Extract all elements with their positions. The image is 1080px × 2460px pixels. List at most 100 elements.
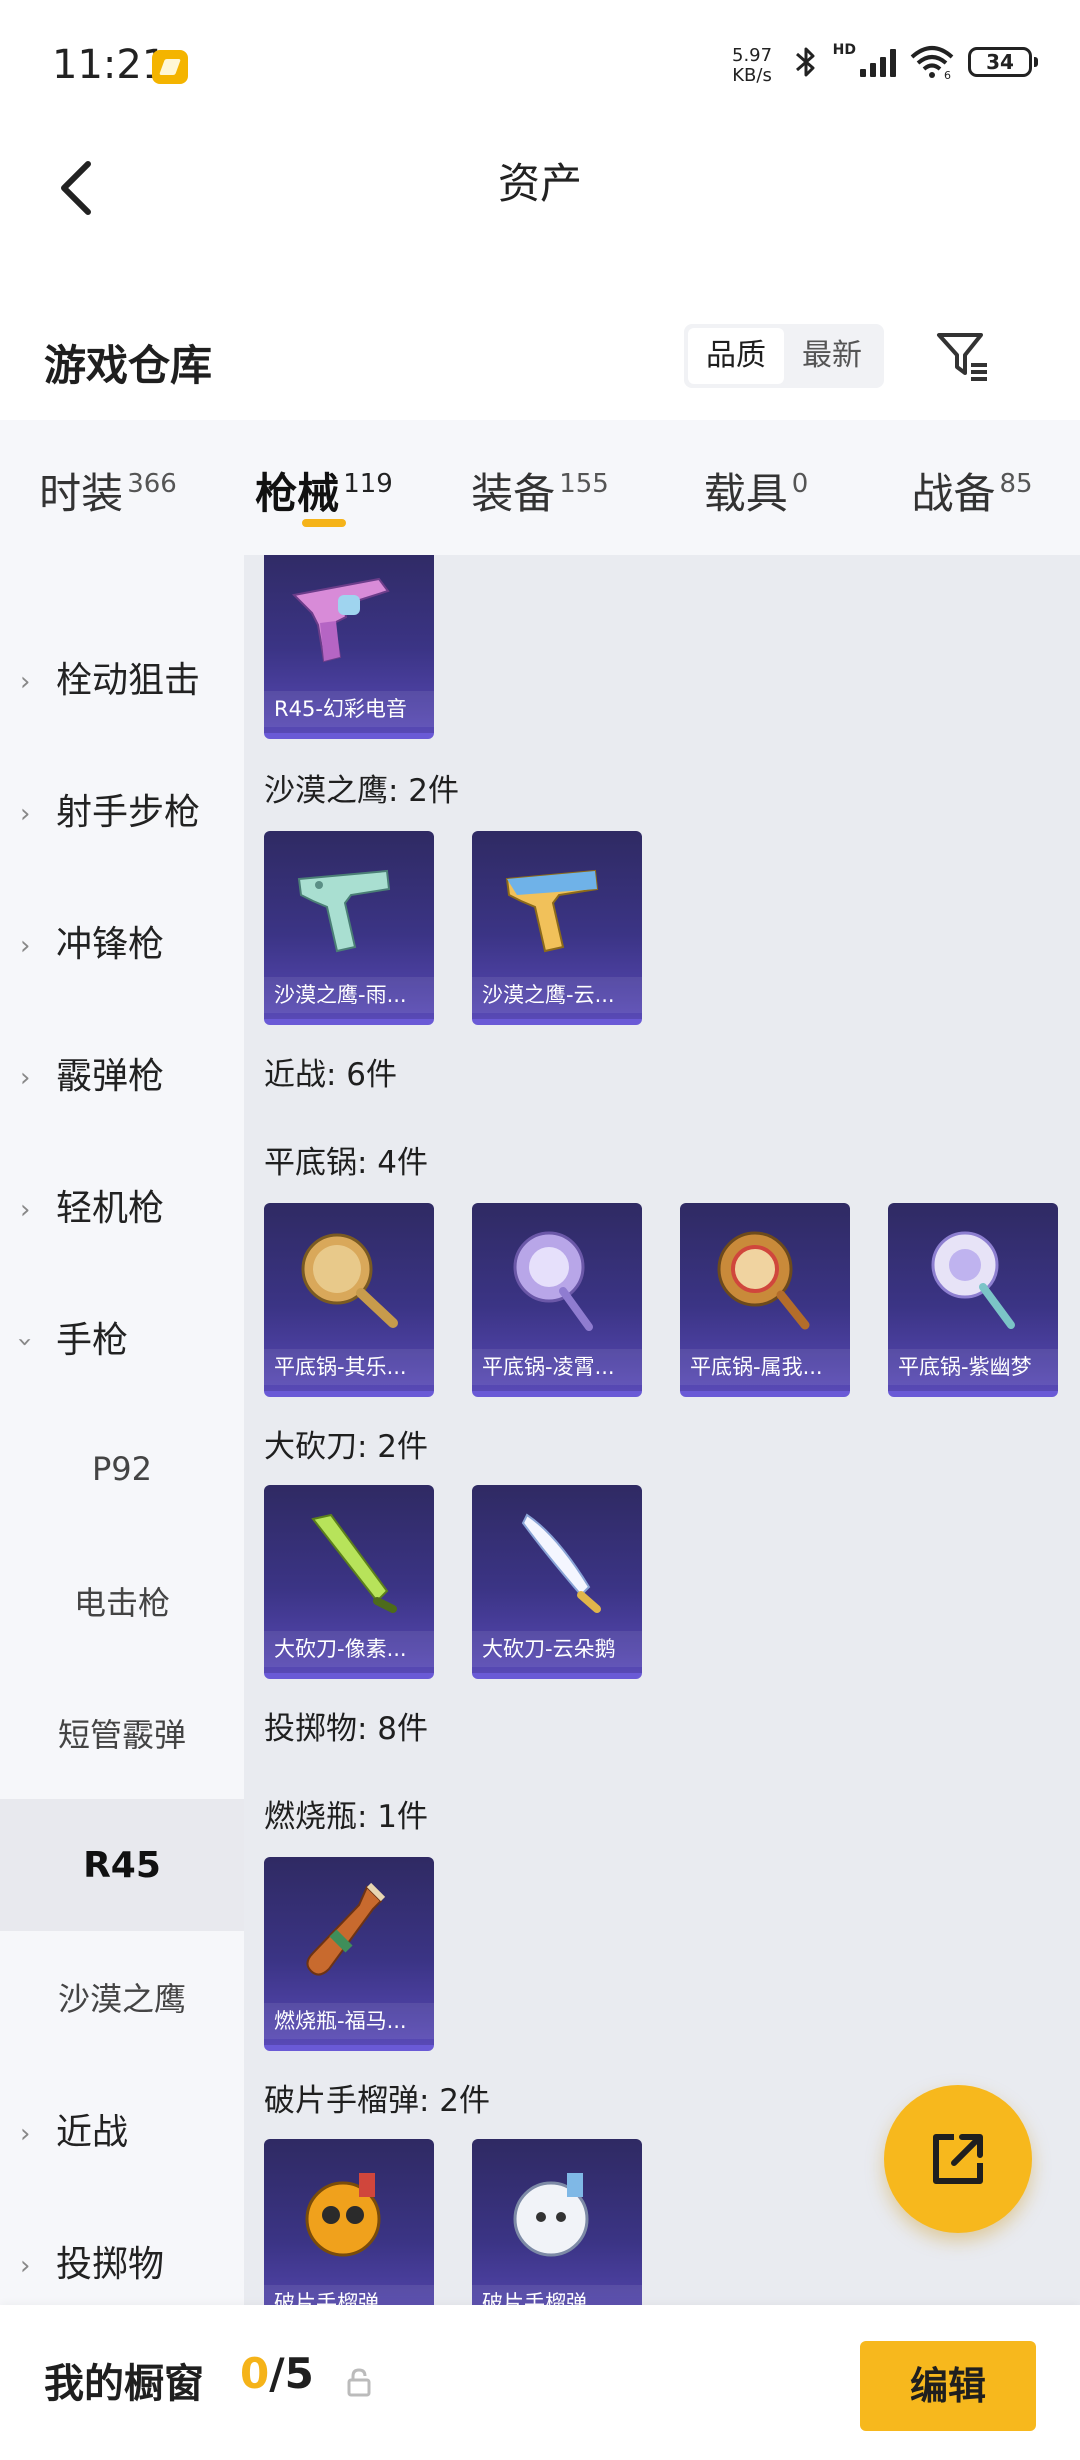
pistol-icon (472, 831, 642, 981)
sidebar-item-label: 栓动狙击 (56, 660, 201, 701)
tab-label: 枪械 (255, 469, 340, 518)
sidebar-item-label: 射手步枪 (56, 792, 201, 833)
item-card[interactable]: 平底锅-紫幽梦 (888, 1203, 1058, 1397)
sidebar-item-label: 电击枪 (73, 1584, 170, 1622)
sidebar-item-label: 冲锋枪 (56, 924, 165, 965)
tab-supplies[interactable]: 战备 85 (864, 420, 1080, 555)
group-label: 沙漠之鹰: 2件 (264, 773, 460, 809)
item-card[interactable]: 平底锅-其乐... (264, 1203, 434, 1397)
group-label: 投掷物: 8件 (264, 1711, 429, 1747)
item-card[interactable]: 大砍刀-云朵鹅 (472, 1485, 642, 1679)
tab-count: 85 (999, 469, 1033, 499)
showcase-count: 0/5 (240, 2349, 314, 2398)
share-fab-button[interactable] (884, 2085, 1032, 2233)
chevron-right-icon: › (20, 1195, 31, 1225)
sort-newest-button[interactable]: 最新 (784, 328, 880, 384)
pistol-icon (264, 831, 434, 981)
frying-pan-icon (472, 1203, 642, 1353)
sidebar-item-pistol[interactable]: › 手枪 (0, 1271, 244, 1403)
item-card[interactable]: 平底锅-属我... (680, 1203, 850, 1397)
active-tab-indicator (302, 519, 346, 527)
cell-signal-icon (860, 47, 896, 77)
group-label: 大砍刀: 2件 (264, 1429, 429, 1465)
filter-button[interactable] (930, 324, 996, 390)
filter-icon (937, 333, 987, 381)
frying-pan-icon (680, 1203, 850, 1353)
sort-toggle: 品质 最新 (684, 324, 884, 388)
item-grid: R45-幻彩电音 沙漠之鹰: 2件 沙漠之鹰-雨... 沙漠之鹰-云... 近战… (244, 555, 1080, 2305)
tab-count: 0 (791, 469, 809, 499)
sidebar-item-label: 近战 (56, 2112, 129, 2153)
sidebar-item-label: 沙漠之鹰 (57, 1980, 186, 2018)
item-card-name: 大砍刀-像素... (264, 1631, 434, 1667)
tab-equipment[interactable]: 装备 155 (432, 420, 648, 555)
showcase-total: /5 (269, 2349, 314, 2398)
sidebar-subitem-stun-gun[interactable]: 电击枪 (0, 1535, 244, 1667)
item-card[interactable]: 大砍刀-像素... (264, 1485, 434, 1679)
bluetooth-icon (795, 47, 815, 77)
tab-count: 155 (559, 469, 609, 499)
section-title: 游戏仓库 (44, 341, 213, 390)
chevron-right-icon: › (20, 2251, 31, 2281)
sidebar-item-label: 投掷物 (56, 2244, 165, 2285)
sidebar-item-label: 手枪 (56, 1320, 129, 1361)
edit-button[interactable]: 编辑 (860, 2341, 1036, 2431)
sidebar-item-label: 轻机枪 (56, 1188, 165, 1229)
frying-pan-icon (888, 1203, 1058, 1353)
sidebar-item-marksman-rifle[interactable]: › 射手步枪 (0, 743, 244, 875)
item-card-name: 平底锅-其乐... (264, 1349, 434, 1385)
chevron-down-icon: › (10, 1336, 41, 1348)
sidebar-subitem-r45[interactable]: R45 (0, 1799, 244, 1931)
item-card-name: 破片手榴弹... (472, 2285, 642, 2305)
item-card[interactable]: 平底锅-凌霄... (472, 1203, 642, 1397)
sidebar-item-melee[interactable]: › 近战 (0, 2063, 244, 2195)
network-speed-unit: KB/s (732, 65, 772, 86)
item-card[interactable]: 沙漠之鹰-云... (472, 831, 642, 1025)
sidebar-subitem-p92[interactable]: P92 (0, 1403, 244, 1535)
tab-count: 366 (127, 469, 177, 499)
chevron-right-icon: › (20, 1063, 31, 1093)
hd-label: HD (832, 42, 856, 58)
external-link-icon (933, 2134, 983, 2184)
showcase-label: 我的橱窗 (44, 2361, 204, 2407)
item-card-name: R45-幻彩电音 (264, 691, 434, 727)
tab-label: 载具 (703, 469, 788, 518)
network-speed: 5.97 KB/s (732, 46, 772, 86)
sidebar-subitem-sawed-off[interactable]: 短管霰弹 (0, 1667, 244, 1799)
tab-count: 119 (343, 469, 393, 499)
revolver-icon (264, 555, 434, 695)
item-card[interactable]: 燃烧瓶-福马... (264, 1857, 434, 2051)
item-card[interactable]: R45-幻彩电音 (264, 555, 434, 739)
item-card-name: 平底锅-属我... (680, 1349, 850, 1385)
group-label: 近战: 6件 (264, 1057, 398, 1093)
machete-icon (472, 1485, 642, 1635)
sidebar-subitem-desert-eagle[interactable]: 沙漠之鹰 (0, 1931, 244, 2063)
item-card[interactable]: 沙漠之鹰-雨... (264, 831, 434, 1025)
chevron-right-icon: › (20, 2119, 31, 2149)
sort-quality-button[interactable]: 品质 (688, 328, 784, 384)
category-sidebar: › 栓动狙击 › 射手步枪 › 冲锋枪 › 霰弹枪 › 轻机枪 › 手枪 P92… (0, 555, 244, 2305)
status-time: 11:21 (52, 42, 168, 88)
status-icons: HD 6 34 (793, 42, 1038, 80)
tab-label: 装备 (471, 469, 556, 518)
item-card[interactable]: 破片手榴弹... (472, 2139, 642, 2305)
item-card-name: 大砍刀-云朵鹅 (472, 1631, 642, 1667)
tab-firearms[interactable]: 枪械 119 (216, 420, 432, 555)
tab-vehicles[interactable]: 载具 0 (648, 420, 864, 555)
sidebar-item-label: R45 (83, 1844, 161, 1886)
sidebar-item-label: 霰弹枪 (56, 1056, 165, 1097)
group-label: 燃烧瓶: 1件 (264, 1799, 429, 1835)
status-bar: 11:21 5.97 KB/s HD 6 34 (0, 0, 1080, 140)
machete-icon (264, 1485, 434, 1635)
item-card[interactable]: 破片手榴弹... (264, 2139, 434, 2305)
notification-app-icon (152, 50, 188, 84)
tab-fashion[interactable]: 时装 366 (0, 420, 216, 555)
svg-text:6: 6 (944, 69, 951, 79)
app-header: 资产 (0, 140, 1080, 290)
sidebar-item-smg[interactable]: › 冲锋枪 (0, 875, 244, 1007)
tab-label: 战备 (911, 469, 996, 518)
sidebar-item-shotgun[interactable]: › 霰弹枪 (0, 1007, 244, 1139)
group-label: 平底锅: 4件 (264, 1145, 429, 1181)
sidebar-item-lmg[interactable]: › 轻机枪 (0, 1139, 244, 1271)
sidebar-item-bolt-sniper[interactable]: › 栓动狙击 (0, 611, 244, 743)
